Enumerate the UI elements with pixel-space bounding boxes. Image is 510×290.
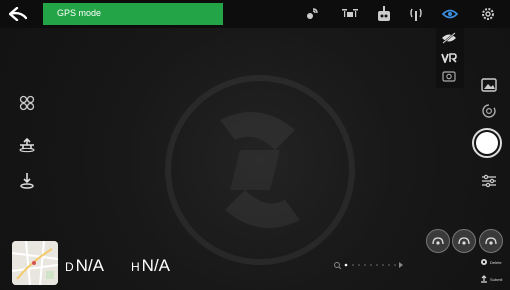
distance-label: D [65, 260, 74, 274]
upload-icon [481, 275, 487, 283]
mode-cycle-button[interactable] [478, 100, 500, 122]
drone-icon [342, 9, 358, 17]
flight-mode-label: GPS mode [57, 8, 102, 18]
height-readout: H N/A [131, 256, 170, 276]
flight-mode-banner[interactable]: GPS mode [43, 3, 223, 25]
flight-action-icon [432, 237, 444, 245]
vr-icon [441, 53, 457, 65]
zoom-slider[interactable] [333, 258, 413, 272]
flight-action-button-3[interactable] [479, 229, 503, 253]
settings-button[interactable] [478, 4, 498, 24]
gallery-button[interactable] [478, 74, 500, 96]
drone-status[interactable] [340, 4, 360, 24]
height-value: N/A [141, 256, 171, 275]
map-thumbnail[interactable] [12, 241, 58, 285]
mode-cycle-icon [482, 104, 496, 118]
adjust-icon [482, 174, 496, 188]
eye-icon [442, 9, 458, 19]
shutter-core [476, 132, 498, 154]
back-arrow-icon [9, 7, 27, 21]
wifi-status[interactable] [406, 4, 426, 24]
shutter-button[interactable] [472, 128, 502, 158]
flight-action-icon [458, 237, 470, 245]
gear-icon [482, 8, 494, 20]
modules-button[interactable] [16, 92, 38, 114]
satellite-signal-status[interactable] [302, 4, 322, 24]
back-button[interactable] [0, 0, 36, 28]
takeoff-button[interactable] [16, 134, 38, 156]
flight-action-icon [485, 237, 497, 245]
eye-off-icon [442, 32, 456, 44]
top-bar: GPS mode [0, 0, 510, 28]
height-label: H [131, 260, 140, 274]
gallery-icon [481, 78, 497, 92]
distance-readout: D N/A [65, 256, 104, 276]
takeoff-icon [19, 137, 35, 153]
delete-button[interactable]: Delete [480, 255, 508, 269]
remote-controller-status[interactable] [374, 4, 394, 24]
landing-button[interactable] [16, 170, 38, 192]
flight-action-button-1[interactable] [426, 229, 450, 253]
delete-label: Delete [490, 259, 502, 265]
camera-switch-button[interactable] [442, 69, 456, 87]
satellite-signal-icon [307, 8, 318, 19]
map-icon [12, 241, 58, 285]
flight-action-button-2[interactable] [452, 229, 476, 253]
wifi-signal-icon [410, 8, 422, 21]
camera-switch-icon [442, 71, 456, 82]
adjust-button[interactable] [478, 170, 500, 192]
zoom-search-icon [334, 262, 340, 268]
submit-label: Submit [490, 276, 503, 282]
remote-controller-icon [378, 6, 390, 21]
modules-icon [19, 95, 35, 111]
view-toggle-button[interactable] [440, 4, 460, 24]
fpv-screen: GPS mode Delete Submit D N/A H N/A [0, 0, 510, 290]
submit-button[interactable]: Submit [480, 272, 508, 286]
hide-overlay-button[interactable] [441, 31, 457, 49]
gear-small-icon [481, 259, 487, 265]
logo-watermark [165, 75, 355, 265]
landing-icon [20, 173, 34, 189]
view-dropdown [436, 28, 464, 88]
vr-mode-button[interactable] [441, 50, 457, 68]
distance-value: N/A [75, 256, 105, 275]
